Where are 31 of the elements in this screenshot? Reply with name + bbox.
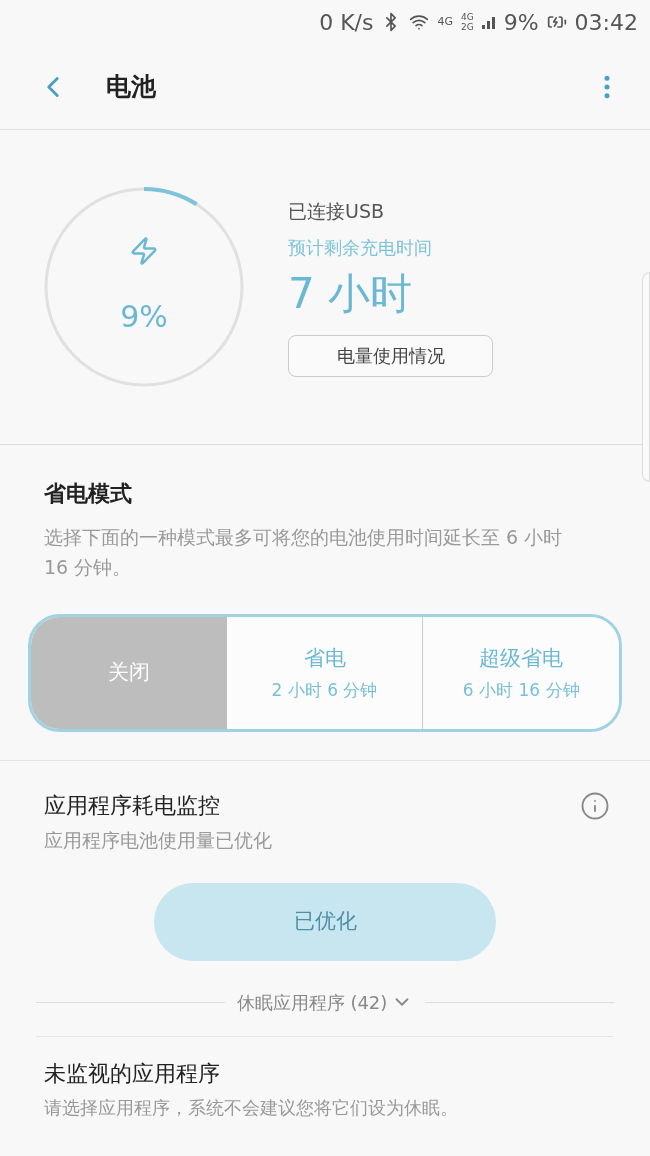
mode-duration: 6 小时 16 分钟 bbox=[462, 679, 580, 702]
network-type: 2G bbox=[461, 22, 474, 32]
battery-percentage: 9% bbox=[120, 297, 168, 336]
info-icon[interactable] bbox=[580, 790, 610, 821]
battery-percent: 9% bbox=[503, 8, 539, 37]
mode-duration: 2 小时 6 分钟 bbox=[271, 679, 378, 702]
mode-label: 超级省电 bbox=[479, 644, 564, 672]
remaining-time: 7 小时 bbox=[288, 272, 414, 315]
connection-status: 已连接USB bbox=[288, 199, 385, 225]
sleeping-apps-toggle[interactable]: 休眠应用程序 (42) bbox=[236, 988, 414, 1016]
clock: 03:42 bbox=[574, 8, 638, 37]
section-title: 应用程序耗电监控 bbox=[44, 792, 220, 820]
lightning-icon bbox=[129, 235, 159, 266]
section-title: 未监视的应用程序 bbox=[44, 1059, 221, 1088]
mode-label: 关闭 bbox=[107, 659, 150, 687]
page-title: 电池 bbox=[106, 70, 156, 103]
remaining-time-label: 预计剩余充电时间 bbox=[288, 235, 433, 260]
section-description: 选择下面的一种模式最多可将您的电池使用时间延长至 6 小时 16 分钟。 bbox=[44, 525, 564, 580]
section-subtitle: 应用程序电池使用量已优化 bbox=[44, 828, 273, 853]
network-type: 4G bbox=[437, 13, 453, 30]
mode-option[interactable]: 省电 2 小时 6 分钟 bbox=[226, 617, 423, 729]
section-title: 省电模式 bbox=[44, 480, 133, 508]
section-description: 请选择应用程序，系统不会建议您将它们设为休眠。 bbox=[44, 1095, 459, 1120]
mode-option[interactable]: 超级省电 6 小时 16 分钟 bbox=[422, 617, 619, 729]
wifi-icon bbox=[409, 12, 430, 32]
battery-usage-button[interactable]: 电量使用情况 bbox=[288, 334, 493, 377]
mode-label: 省电 bbox=[303, 644, 346, 672]
network-type: 4G bbox=[461, 12, 474, 22]
mode-option[interactable]: 关闭 bbox=[31, 617, 227, 729]
network-speed: 0 K/s bbox=[319, 8, 374, 37]
signal-icon bbox=[481, 15, 496, 29]
